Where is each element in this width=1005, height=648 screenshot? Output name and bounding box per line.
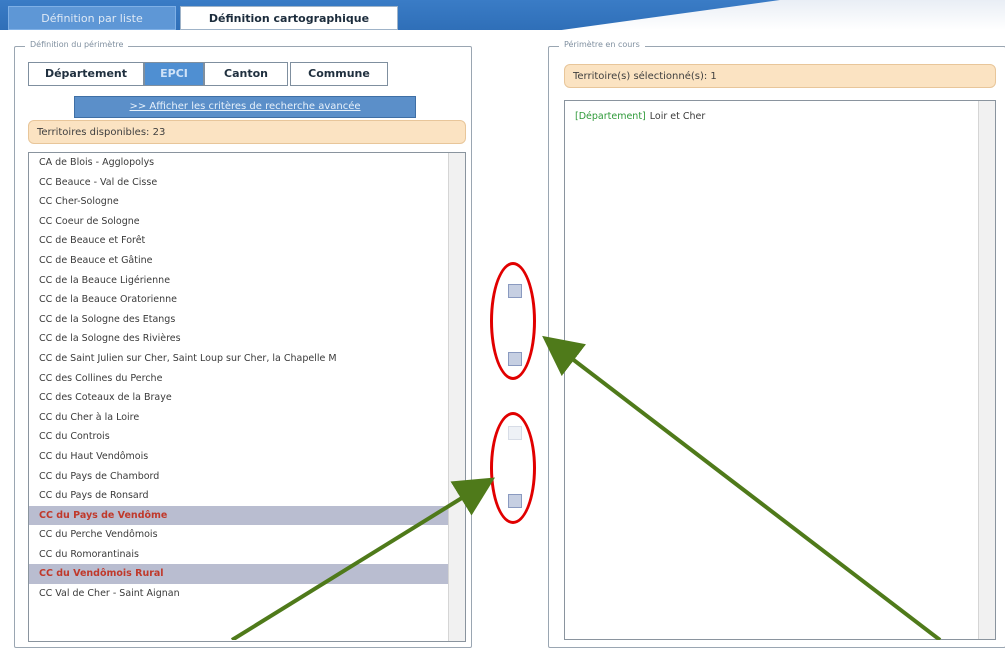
- list-item[interactable]: CC du Pays de Chambord: [29, 467, 449, 487]
- list-item[interactable]: CC Val de Cher - Saint Aignan: [29, 584, 449, 604]
- list-item[interactable]: CC Cher-Sologne: [29, 192, 449, 212]
- annotation-circle-remove: [490, 412, 536, 524]
- list-item[interactable]: CC de la Beauce Oratorienne: [29, 290, 449, 310]
- list-item[interactable]: CC du Controis: [29, 427, 449, 447]
- list-item[interactable]: CC du Pays de Vendôme: [29, 505, 449, 526]
- annotation-circle-add: [490, 262, 536, 380]
- list-item[interactable]: CC du Haut Vendômois: [29, 447, 449, 467]
- list-item[interactable]: CC du Pays de Ronsard: [29, 486, 449, 506]
- selected-territories-list[interactable]: [Département] Loir et Cher: [564, 100, 996, 640]
- tab-list-definition[interactable]: Définition par liste: [8, 6, 176, 30]
- list-item[interactable]: CC Beauce - Val de Cisse: [29, 173, 449, 193]
- tab-commune[interactable]: Commune: [290, 62, 388, 86]
- list-item[interactable]: CC du Cher à la Loire: [29, 408, 449, 428]
- top-bar: Définition par liste Définition cartogra…: [0, 0, 1005, 36]
- tab-map-definition[interactable]: Définition cartographique: [180, 6, 398, 30]
- tab-departement[interactable]: Département: [28, 62, 144, 86]
- list-item[interactable]: CC de Saint Julien sur Cher, Saint Loup …: [29, 349, 449, 369]
- list-item[interactable]: CC du Romorantinais: [29, 545, 449, 565]
- list-item[interactable]: CC des Collines du Perche: [29, 369, 449, 389]
- perimeter-definition-legend: Définition du périmètre: [25, 40, 129, 49]
- selected-territories-count: Territoire(s) sélectionné(s): 1: [564, 64, 996, 88]
- selected-entry[interactable]: [Département] Loir et Cher: [575, 111, 705, 122]
- list-item[interactable]: CC de la Sologne des Rivières: [29, 329, 449, 349]
- list-item[interactable]: CC de la Beauce Ligérienne: [29, 271, 449, 291]
- list-item[interactable]: CC du Vendômois Rural: [29, 564, 449, 585]
- list-item[interactable]: CC du Perche Vendômois: [29, 525, 449, 545]
- selected-list-scrollbar[interactable]: [978, 101, 995, 639]
- list-item[interactable]: CC de Beauce et Forêt: [29, 231, 449, 251]
- territory-items: CA de Blois - Agglopolys CC Beauce - Val …: [29, 153, 465, 604]
- selected-entry-type: [Département]: [575, 111, 646, 122]
- tab-epci[interactable]: EPCI: [144, 62, 204, 86]
- tab-canton[interactable]: Canton: [204, 62, 288, 86]
- list-scrollbar[interactable]: [448, 153, 465, 641]
- list-item[interactable]: CC Coeur de Sologne: [29, 212, 449, 232]
- current-perimeter-legend: Périmètre en cours: [559, 40, 645, 49]
- list-item[interactable]: CA de Blois - Agglopolys: [29, 153, 449, 173]
- list-item[interactable]: CC des Coteaux de la Braye: [29, 388, 449, 408]
- available-territories-list[interactable]: CA de Blois - Agglopolys CC Beauce - Val …: [28, 152, 466, 642]
- selected-entry-name: Loir et Cher: [649, 111, 706, 122]
- list-item[interactable]: CC de Beauce et Gâtine: [29, 251, 449, 271]
- advanced-search-button[interactable]: >> Afficher les critères de recherche av…: [74, 96, 416, 118]
- list-item[interactable]: CC de la Sologne des Etangs: [29, 310, 449, 330]
- available-territories-count: Territoires disponibles: 23: [28, 120, 466, 144]
